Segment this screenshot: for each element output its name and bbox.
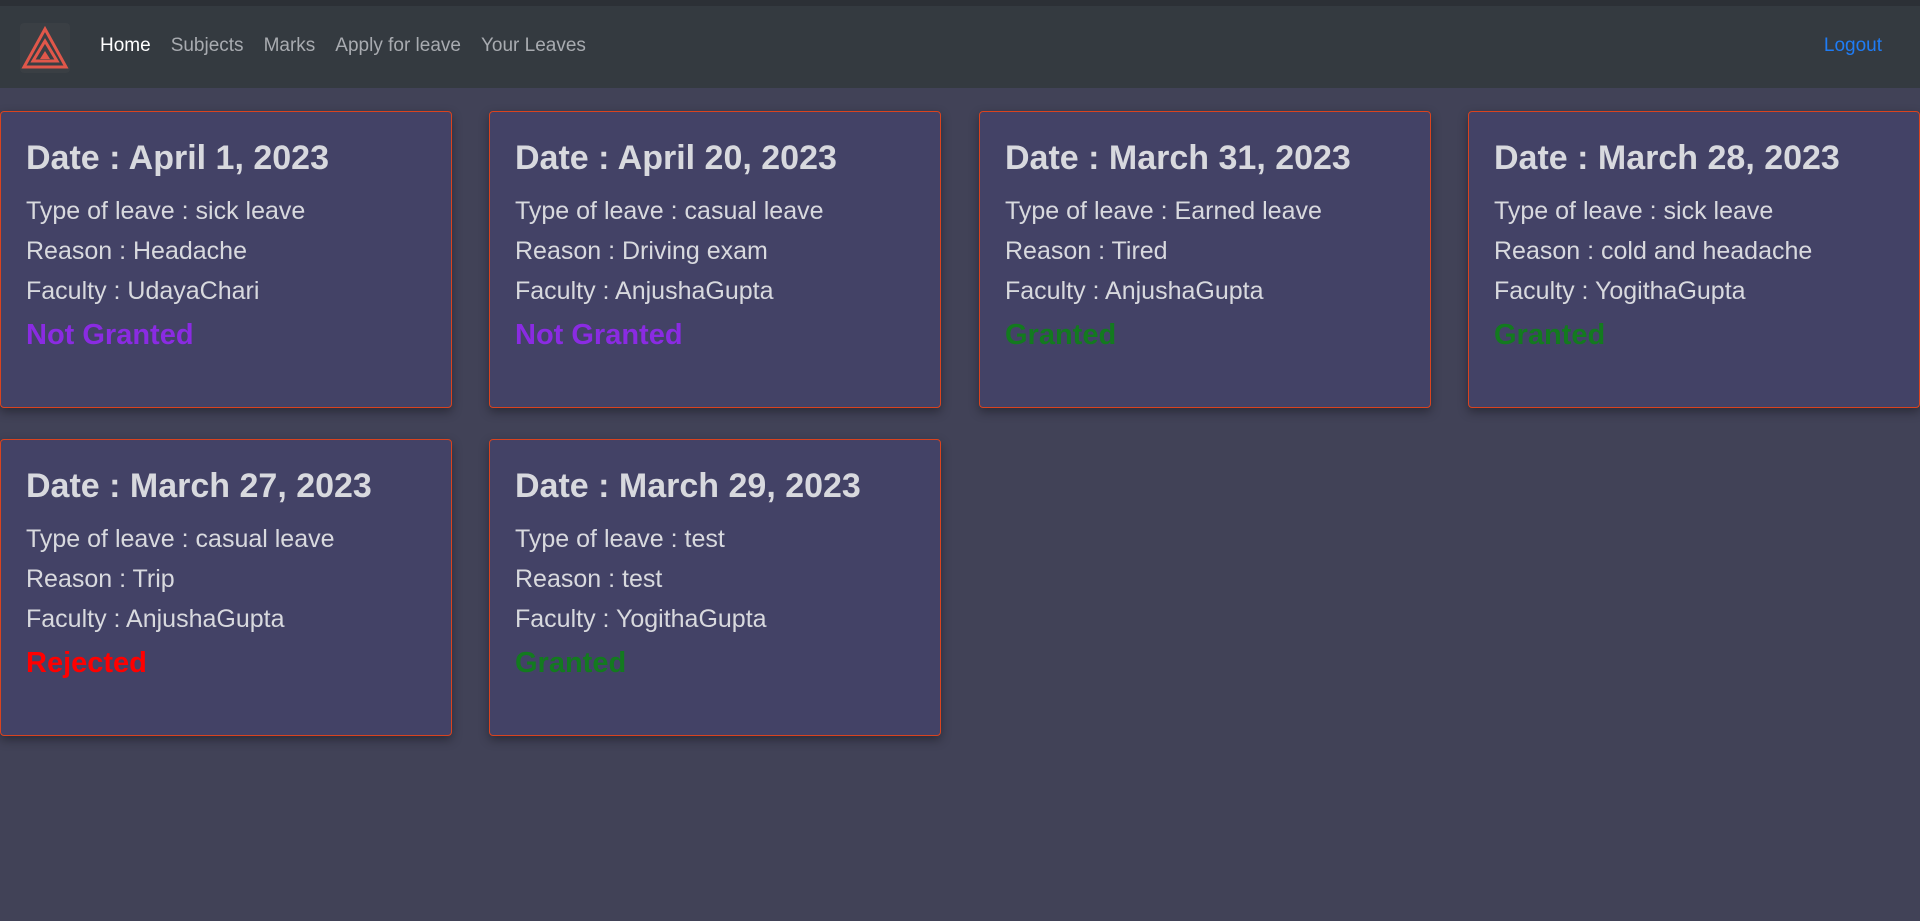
leave-date: Date : March 31, 2023 <box>1005 139 1351 177</box>
logout-link[interactable]: Logout <box>1824 35 1882 57</box>
leave-reason: Reason : Headache <box>26 236 247 265</box>
leave-date: Date : March 29, 2023 <box>515 467 861 505</box>
nav-link-subjects[interactable]: Subjects <box>171 35 244 57</box>
leave-card: Date : March 29, 2023 Type of leave : te… <box>489 439 941 736</box>
leave-status: Granted <box>1494 318 1606 351</box>
nav-links: Home Subjects Marks Apply for leave Your… <box>100 35 586 57</box>
leave-card: Date : March 31, 2023 Type of leave : Ea… <box>979 111 1431 408</box>
leave-faculty: Faculty : AnjushaGupta <box>26 604 285 633</box>
leave-status: Rejected <box>26 646 147 679</box>
leave-faculty: Faculty : AnjushaGupta <box>515 276 774 305</box>
navbar: Home Subjects Marks Apply for leave Your… <box>0 0 1920 88</box>
leave-type: Type of leave : casual leave <box>26 524 335 553</box>
leave-type: Type of leave : casual leave <box>515 196 824 225</box>
leave-date: Date : March 27, 2023 <box>26 467 372 505</box>
leave-date: Date : March 28, 2023 <box>1494 139 1840 177</box>
leave-faculty: Faculty : AnjushaGupta <box>1005 276 1264 305</box>
leave-date: Date : April 20, 2023 <box>515 139 837 177</box>
nav-link-apply-for-leave[interactable]: Apply for leave <box>335 35 461 57</box>
leave-reason: Reason : Tired <box>1005 236 1168 265</box>
leave-status: Granted <box>515 646 627 679</box>
brand-logo[interactable] <box>20 23 70 73</box>
leave-status: Not Granted <box>515 318 683 351</box>
leave-faculty: Faculty : YogithaGupta <box>515 604 767 633</box>
leave-reason: Reason : Driving exam <box>515 236 768 265</box>
leave-card: Date : April 1, 2023 Type of leave : sic… <box>0 111 452 408</box>
leave-reason: Reason : Trip <box>26 564 175 593</box>
nav-link-home[interactable]: Home <box>100 35 151 57</box>
leave-status: Granted <box>1005 318 1117 351</box>
nav-link-marks[interactable]: Marks <box>264 35 316 57</box>
leave-faculty: Faculty : YogithaGupta <box>1494 276 1746 305</box>
leave-status: Not Granted <box>26 318 194 351</box>
leave-type: Type of leave : sick leave <box>1494 196 1774 225</box>
leave-type: Type of leave : sick leave <box>26 196 306 225</box>
leave-card: Date : March 28, 2023 Type of leave : si… <box>1468 111 1920 408</box>
nav-link-your-leaves[interactable]: Your Leaves <box>481 35 586 57</box>
leave-card: Date : April 20, 2023 Type of leave : ca… <box>489 111 941 408</box>
leave-reason: Reason : test <box>515 564 663 593</box>
triangle-logo-icon <box>21 25 69 69</box>
leave-type: Type of leave : test <box>515 524 725 553</box>
leave-faculty: Faculty : UdayaChari <box>26 276 260 305</box>
leave-reason: Reason : cold and headache <box>1494 236 1813 265</box>
leave-date: Date : April 1, 2023 <box>26 139 329 177</box>
leave-card: Date : March 27, 2023 Type of leave : ca… <box>0 439 452 736</box>
leave-type: Type of leave : Earned leave <box>1005 196 1322 225</box>
